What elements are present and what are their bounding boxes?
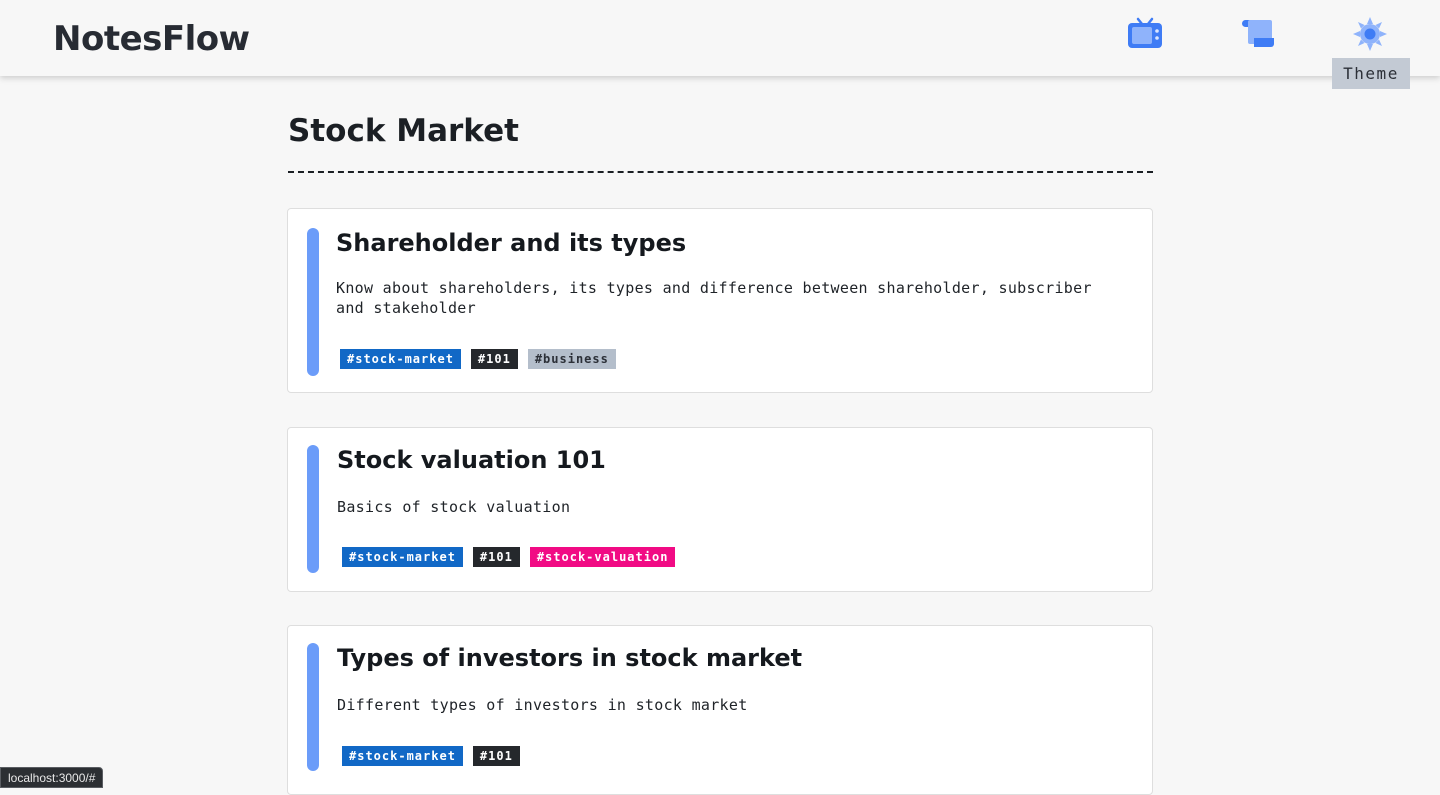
status-bar-url: localhost:3000/# [0,767,104,788]
card-accent-bar [307,643,319,771]
note-card[interactable]: Shareholder and its types Know about sha… [287,208,1153,393]
card-accent-bar [307,445,319,573]
card-accent-bar [307,228,319,376]
note-description: Know about shareholders, its types and d… [336,279,1092,317]
tag-101[interactable]: #101 [470,349,518,369]
tag-stock-market[interactable]: #stock-market [342,746,463,766]
note-title[interactable]: Shareholder and its types [336,229,686,257]
tag-list: #stock-market #101 [342,746,520,766]
top-navbar: NotesFlow [0,0,1440,76]
tag-list: #stock-market #101 #stock-valuation [342,547,676,567]
tag-stock-valuation[interactable]: #stock-valuation [529,547,676,567]
theme-tooltip: Theme [1332,58,1410,89]
note-description: Basics of stock valuation [337,498,571,516]
tv-icon[interactable] [1127,16,1163,52]
note-title[interactable]: Types of investors in stock market [337,644,802,672]
tag-business[interactable]: #business [527,349,616,369]
tag-stock-market[interactable]: #stock-market [340,349,461,369]
brand-logo[interactable]: NotesFlow [53,19,250,59]
page-title: Stock Market [288,113,519,149]
tag-stock-market[interactable]: #stock-market [342,547,463,567]
tag-list: #stock-market #101 #business [340,349,616,369]
title-divider [288,171,1153,173]
scroll-icon[interactable] [1240,16,1276,52]
note-card[interactable]: Stock valuation 101 Basics of stock valu… [287,427,1153,592]
note-title[interactable]: Stock valuation 101 [337,446,606,474]
tag-101[interactable]: #101 [472,746,520,766]
note-card[interactable]: Types of investors in stock market Diffe… [287,625,1153,795]
note-description: Different types of investors in stock ma… [337,696,748,714]
tag-101[interactable]: #101 [472,547,520,567]
sun-icon[interactable] [1352,16,1388,52]
